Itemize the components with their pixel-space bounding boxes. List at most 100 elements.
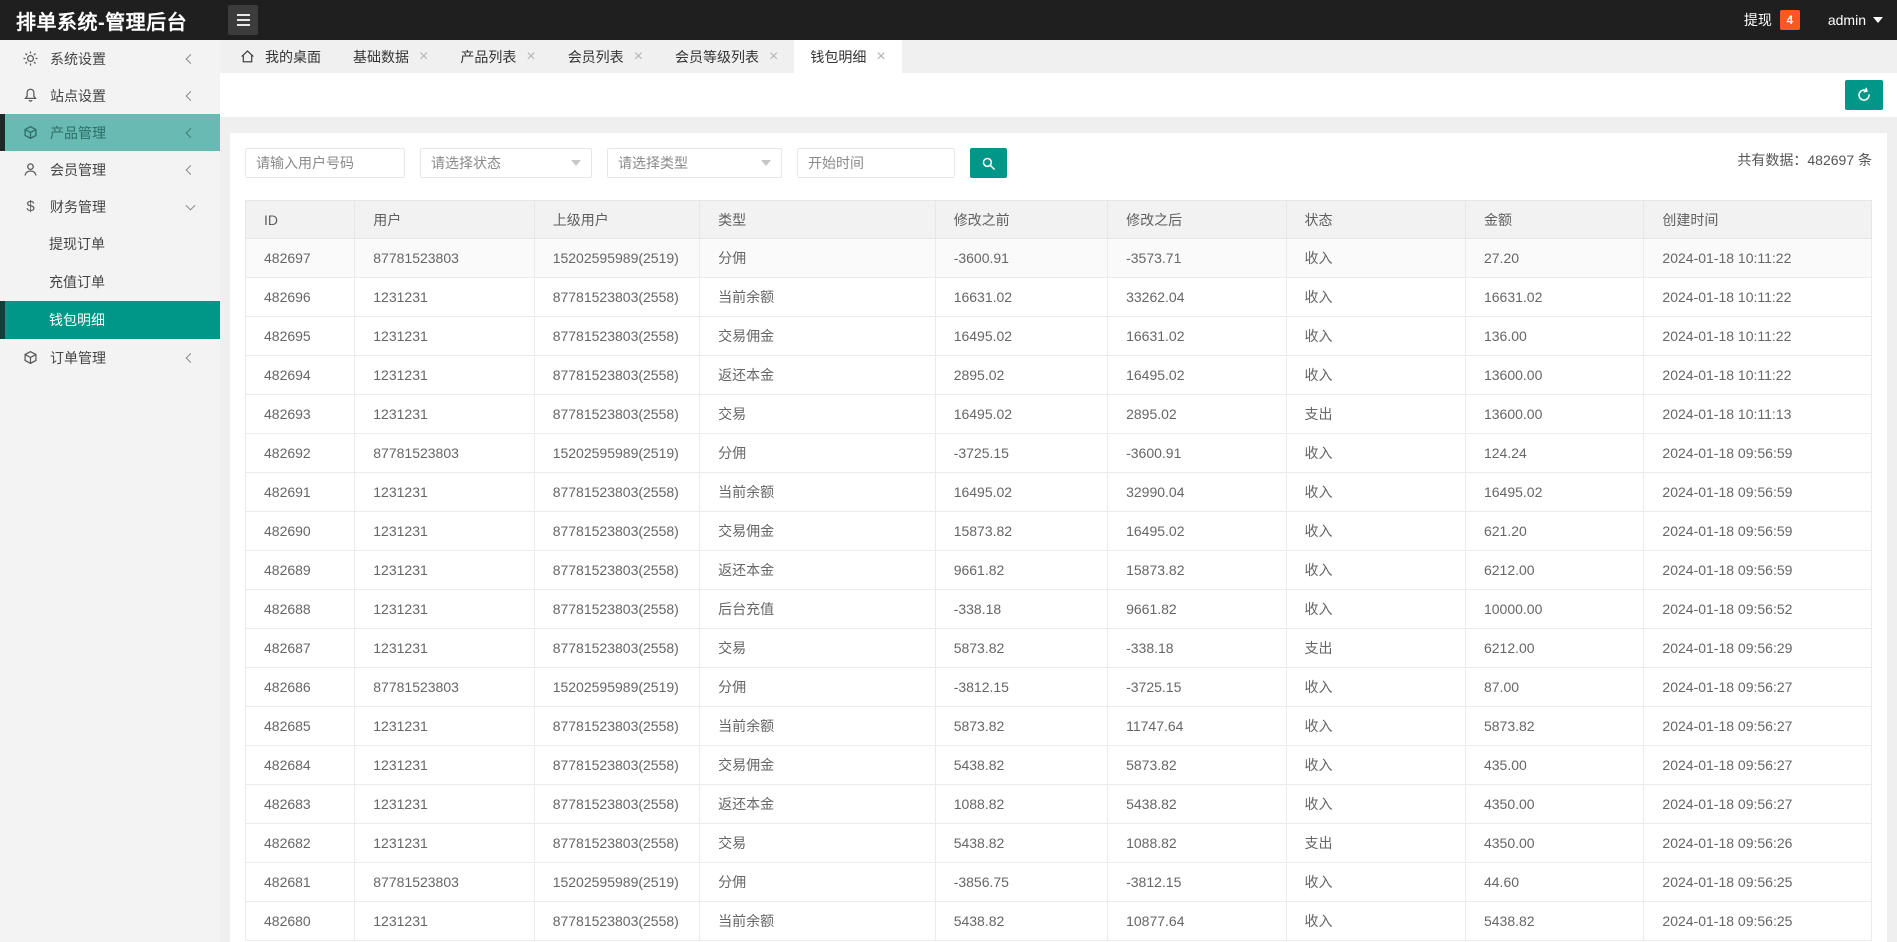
sidebar-item-label: 会员管理: [50, 161, 106, 178]
menu-toggle-button[interactable]: [228, 5, 258, 35]
table-cell: -338.18: [934, 589, 1109, 629]
table-cell: 5873.82: [934, 628, 1109, 668]
close-icon[interactable]: ×: [769, 48, 778, 65]
table-cell: 124.24: [1464, 433, 1645, 473]
tab-label: 会员等级列表: [675, 48, 760, 65]
user-menu[interactable]: admin: [1828, 12, 1883, 28]
table-cell: 15202595989(2519): [533, 862, 701, 902]
sidebar-item-2[interactable]: 产品管理: [0, 114, 220, 151]
close-icon[interactable]: ×: [876, 48, 885, 65]
table-cell: -3573.71: [1107, 238, 1287, 278]
table-cell: 16631.02: [1464, 277, 1645, 317]
content-card: 请选择状态 请选择类型 共有数据：482697 条: [230, 133, 1887, 942]
table-cell: 482688: [244, 589, 356, 629]
sidebar-item-1[interactable]: 站点设置: [0, 77, 220, 114]
search-button[interactable]: [970, 148, 1007, 178]
tab-1[interactable]: 基础数据 ×: [337, 40, 444, 73]
tab-3[interactable]: 会员列表 ×: [552, 40, 659, 73]
table-cell: 482681: [244, 862, 356, 902]
table-cell: 482683: [244, 784, 356, 824]
tab-label: 钱包明细: [810, 48, 867, 65]
bell-icon: [22, 87, 39, 104]
start-time-input[interactable]: [797, 148, 955, 178]
table-cell: 15202595989(2519): [533, 433, 701, 473]
tab-label: 会员列表: [567, 48, 624, 65]
column-header: 金额: [1464, 200, 1645, 239]
type-select[interactable]: 请选择类型: [607, 148, 782, 178]
table-cell: 6212.00: [1464, 628, 1645, 668]
tab-label: 我的桌面: [265, 48, 321, 65]
table-row: 482684 1231231 87781523803(2558) 交易佣金 5438.8…: [244, 745, 1872, 785]
table-cell: 1088.82: [934, 784, 1109, 824]
sidebar-item-label: 系统设置: [50, 50, 106, 67]
table-cell: 支出: [1285, 628, 1466, 668]
tab-0[interactable]: 我的桌面: [224, 40, 337, 73]
table-cell: 16495.02: [934, 316, 1109, 356]
chevron-left-icon: [185, 127, 196, 138]
table-cell: 136.00: [1464, 316, 1645, 356]
table-cell: 2024-01-18 09:56:27: [1643, 784, 1872, 824]
table-cell: 2895.02: [1107, 394, 1287, 434]
table-cell: 支出: [1285, 823, 1466, 863]
table-cell: 收入: [1285, 901, 1466, 941]
table-cell: 5873.82: [934, 706, 1109, 746]
table-cell: 16495.02: [1464, 472, 1645, 512]
table-cell: 32990.04: [1107, 472, 1287, 512]
status-select[interactable]: 请选择状态: [420, 148, 592, 178]
sidebar-item-4[interactable]: $ 财务管理: [0, 188, 220, 225]
table-cell: 16495.02: [1107, 355, 1287, 395]
sidebar-subitem-4-1[interactable]: 充值订单: [0, 263, 220, 301]
close-icon[interactable]: ×: [419, 48, 428, 65]
table-row: 482696 1231231 87781523803(2558) 当前余额 16631.…: [244, 277, 1872, 317]
table-row: 482685 1231231 87781523803(2558) 当前余额 5873.8…: [244, 706, 1872, 746]
wallet-table: ID 用户 上级用户 类型 修改之前 修改之后 状态 金额 创建时间 482697 8778152…: [244, 200, 1872, 941]
table-cell: 5438.82: [934, 823, 1109, 863]
table-cell: 分佣: [699, 862, 936, 902]
table-cell: 1231231: [354, 394, 535, 434]
close-icon[interactable]: ×: [634, 48, 643, 65]
table-cell: 482680: [244, 901, 356, 941]
tab-5[interactable]: 钱包明细 ×: [794, 40, 902, 73]
table-cell: 13600.00: [1464, 394, 1645, 434]
table-row: 482691 1231231 87781523803(2558) 当前余额 16495.…: [244, 472, 1872, 512]
sidebar-item-0[interactable]: 系统设置: [0, 40, 220, 77]
sidebar-item-label: 产品管理: [50, 124, 106, 141]
table-cell: 收入: [1285, 745, 1466, 785]
table-cell: 5873.82: [1464, 706, 1645, 746]
table-cell: 87781523803(2558): [533, 277, 701, 317]
withdraw-badge: 4: [1779, 10, 1800, 30]
table-cell: 16495.02: [934, 472, 1109, 512]
table-cell: 当前余额: [699, 706, 936, 746]
table-cell: 482695: [244, 316, 356, 356]
table-cell: 482697: [244, 238, 356, 278]
topbar: 排单系统-管理后台 提现 4 admin: [0, 0, 1897, 40]
table-cell: 2024-01-18 10:11:22: [1643, 238, 1872, 278]
table-cell: 33262.04: [1107, 277, 1287, 317]
user-id-input[interactable]: [245, 148, 405, 178]
column-header: ID: [244, 200, 356, 239]
table-cell: 435.00: [1464, 745, 1645, 785]
table-cell: 1231231: [354, 628, 535, 668]
table-cell: 9661.82: [1107, 589, 1287, 629]
table-row: 482688 1231231 87781523803(2558) 后台充值 -338.1…: [244, 589, 1872, 629]
table-cell: 44.60: [1464, 862, 1645, 902]
sidebar-item-5[interactable]: 订单管理: [0, 339, 220, 376]
withdraw-link[interactable]: 提现 4: [1744, 10, 1800, 30]
caret-down-icon: [1873, 17, 1883, 23]
table-cell: 收入: [1285, 784, 1466, 824]
table-cell: 2024-01-18 09:56:59: [1643, 550, 1872, 590]
tab-4[interactable]: 会员等级列表 ×: [659, 40, 794, 73]
sidebar-item-3[interactable]: 会员管理: [0, 151, 220, 188]
table-cell: 2024-01-18 10:11:22: [1643, 277, 1872, 317]
table-cell: 1231231: [354, 550, 535, 590]
refresh-button[interactable]: [1845, 80, 1883, 110]
table-cell: 87781523803(2558): [533, 628, 701, 668]
sidebar-subitem-4-0[interactable]: 提现订单: [0, 225, 220, 263]
table-row: 482690 1231231 87781523803(2558) 交易佣金 15873.…: [244, 511, 1872, 551]
close-icon[interactable]: ×: [526, 48, 535, 65]
sidebar-subitem-4-2[interactable]: 钱包明细: [0, 301, 220, 339]
chevron-down-icon: [185, 200, 196, 211]
table-cell: 87781523803(2558): [533, 550, 701, 590]
tab-2[interactable]: 产品列表 ×: [444, 40, 551, 73]
table-cell: 收入: [1285, 355, 1466, 395]
